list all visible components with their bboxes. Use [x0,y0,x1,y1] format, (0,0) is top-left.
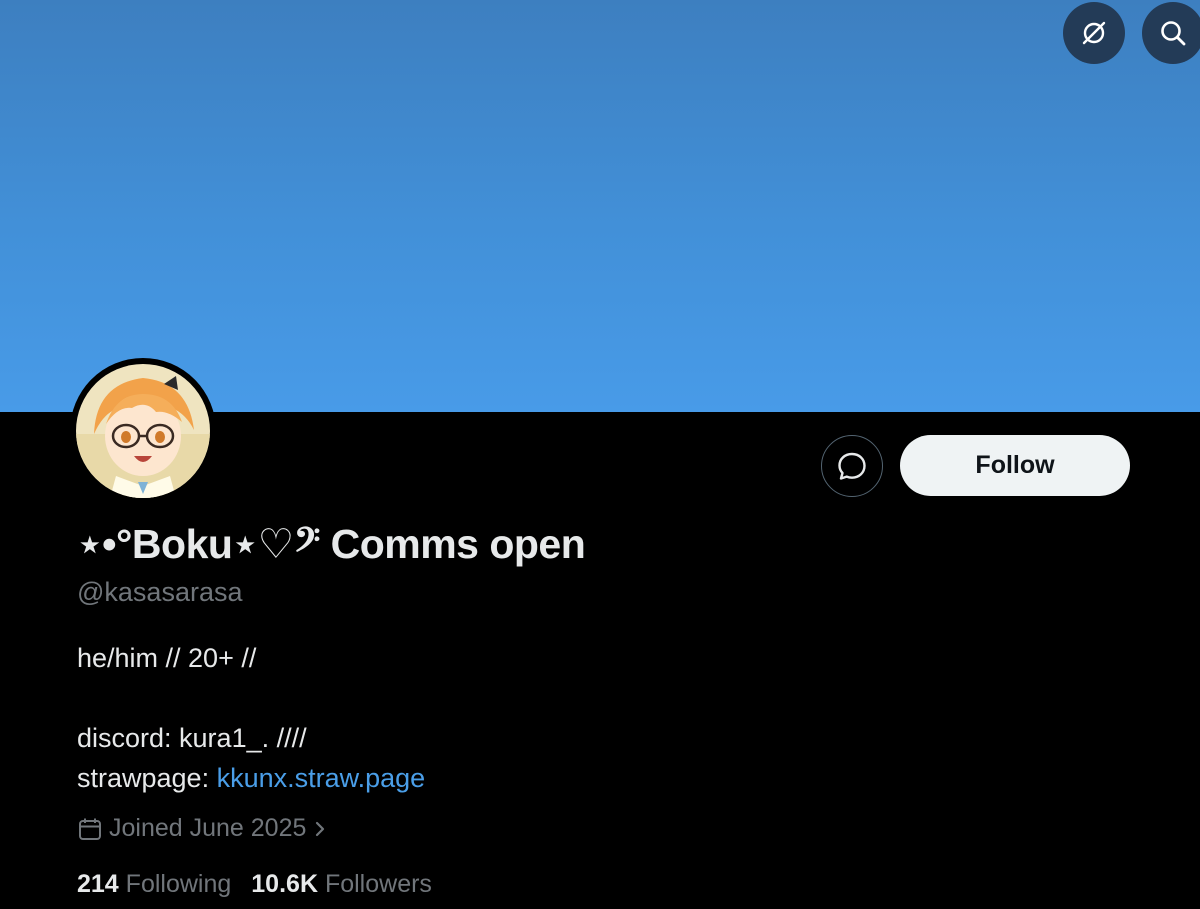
following-label: Following [125,870,232,898]
joined-text: Joined June 2025 [109,814,307,842]
strawpage-link[interactable]: kkunx.straw.page [217,763,426,793]
followers-count: 10.6K [251,870,318,898]
following-stat[interactable]: 214 Following [77,870,231,899]
followers-stat[interactable]: 10.6K Followers [251,870,432,899]
chat-bubble-icon [838,452,866,480]
joined-date[interactable]: Joined June 2025 [77,814,328,843]
username-handle: @kasasarasa [77,577,243,607]
avatar-image [76,364,210,498]
chevron-right-icon [316,821,325,836]
follow-button[interactable]: Follow [900,435,1130,496]
hide-repost-button[interactable] [1063,2,1125,64]
bio-link-label: strawpage: [77,763,217,793]
bio-line: discord: kura1_. //// [77,723,307,753]
bio-line: he/him // 20+ // [77,643,257,673]
bio-line: strawpage: kkunx.straw.page [77,763,425,794]
follow-stats: 214 Following 10.6K Followers [77,870,432,899]
message-button[interactable] [821,435,883,497]
profile-banner [0,0,1200,412]
followers-label: Followers [324,870,432,898]
calendar-icon [79,818,101,840]
display-name: ⋆•°Boku⋆♡𝄢 Comms open [77,521,586,567]
search-button[interactable] [1142,2,1200,64]
search-icon [1161,21,1186,46]
following-count: 214 [77,870,119,898]
avatar[interactable] [70,358,216,504]
hide-repost-icon [1082,21,1106,45]
